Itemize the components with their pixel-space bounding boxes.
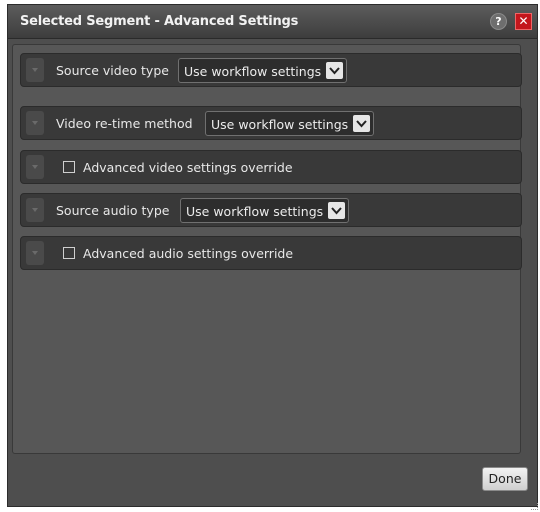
- source-audio-type-select[interactable]: Use workflow settings: [180, 198, 349, 223]
- chevron-down-icon: [326, 62, 343, 79]
- video-retime-method-select[interactable]: Use workflow settings: [205, 111, 374, 136]
- row-source-video-type: Source video type Use workflow settings: [20, 53, 522, 87]
- title-bar[interactable]: Selected Segment - Advanced Settings ? ✕: [8, 5, 537, 39]
- done-button[interactable]: Done: [482, 467, 528, 491]
- advanced-audio-override-checkbox[interactable]: [63, 247, 75, 259]
- row-advanced-audio-override: Advanced audio settings override: [20, 236, 522, 270]
- advanced-video-override-checkbox[interactable]: [63, 161, 75, 173]
- source-audio-type-value: Use workflow settings: [186, 204, 324, 219]
- video-retime-method-label: Video re-time method: [56, 116, 193, 131]
- expand-chevron-down-icon[interactable]: [26, 58, 44, 82]
- expand-chevron-down-icon[interactable]: [26, 155, 44, 179]
- resize-grip-icon[interactable]: [531, 503, 538, 510]
- source-video-type-value: Use workflow settings: [184, 64, 322, 79]
- advanced-audio-override-label: Advanced audio settings override: [83, 246, 294, 261]
- row-video-retime-method: Video re-time method Use workflow settin…: [20, 106, 522, 140]
- dialog-title: Selected Segment - Advanced Settings: [20, 14, 299, 29]
- chevron-down-icon: [353, 115, 370, 132]
- chevron-down-icon: [328, 202, 345, 219]
- close-icon: ✕: [518, 14, 529, 28]
- source-video-type-label: Source video type: [56, 63, 169, 78]
- close-button[interactable]: ✕: [515, 13, 532, 30]
- source-video-type-select[interactable]: Use workflow settings: [178, 58, 347, 83]
- video-retime-method-value: Use workflow settings: [211, 117, 349, 132]
- row-source-audio-type: Source audio type Use workflow settings: [20, 193, 522, 227]
- source-audio-type-label: Source audio type: [56, 203, 170, 218]
- expand-chevron-down-icon[interactable]: [26, 198, 44, 222]
- row-advanced-video-override: Advanced video settings override: [20, 150, 522, 184]
- question-icon: ?: [495, 15, 502, 28]
- expand-chevron-down-icon[interactable]: [26, 241, 44, 265]
- help-button[interactable]: ?: [490, 13, 507, 30]
- expand-chevron-down-icon[interactable]: [26, 111, 44, 135]
- advanced-video-override-label: Advanced video settings override: [83, 160, 293, 175]
